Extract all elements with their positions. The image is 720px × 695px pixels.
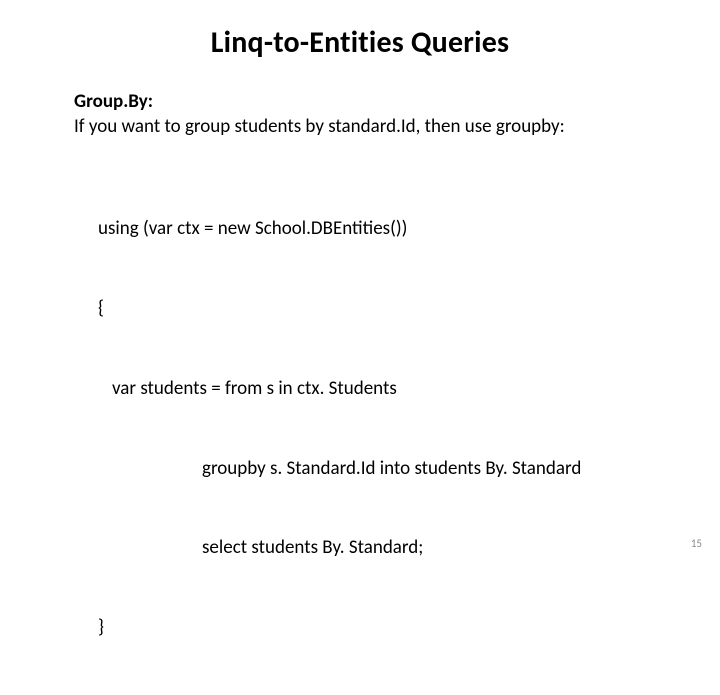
- code-line: var students = from s in ctx. Students: [98, 376, 646, 403]
- code-line: groupby s. Standard.Id into students By.…: [98, 456, 646, 483]
- slide-title: Linq-to-Entities Queries: [0, 24, 720, 61]
- code-line: {: [98, 296, 646, 323]
- section-heading: Group.By:: [74, 89, 646, 114]
- code-block: using (var ctx = new School.DBEntities()…: [74, 163, 646, 695]
- code-line: }: [98, 615, 646, 642]
- slide: Linq-to-Entities Queries Group.By: If yo…: [0, 24, 720, 564]
- code-line: select students By. Standard;: [98, 535, 646, 562]
- section-description: If you want to group students by standar…: [74, 114, 646, 139]
- body-text: Group.By: If you want to group students …: [0, 89, 720, 695]
- code-line: using (var ctx = new School.DBEntities()…: [98, 216, 646, 243]
- page-number: 15: [691, 537, 702, 550]
